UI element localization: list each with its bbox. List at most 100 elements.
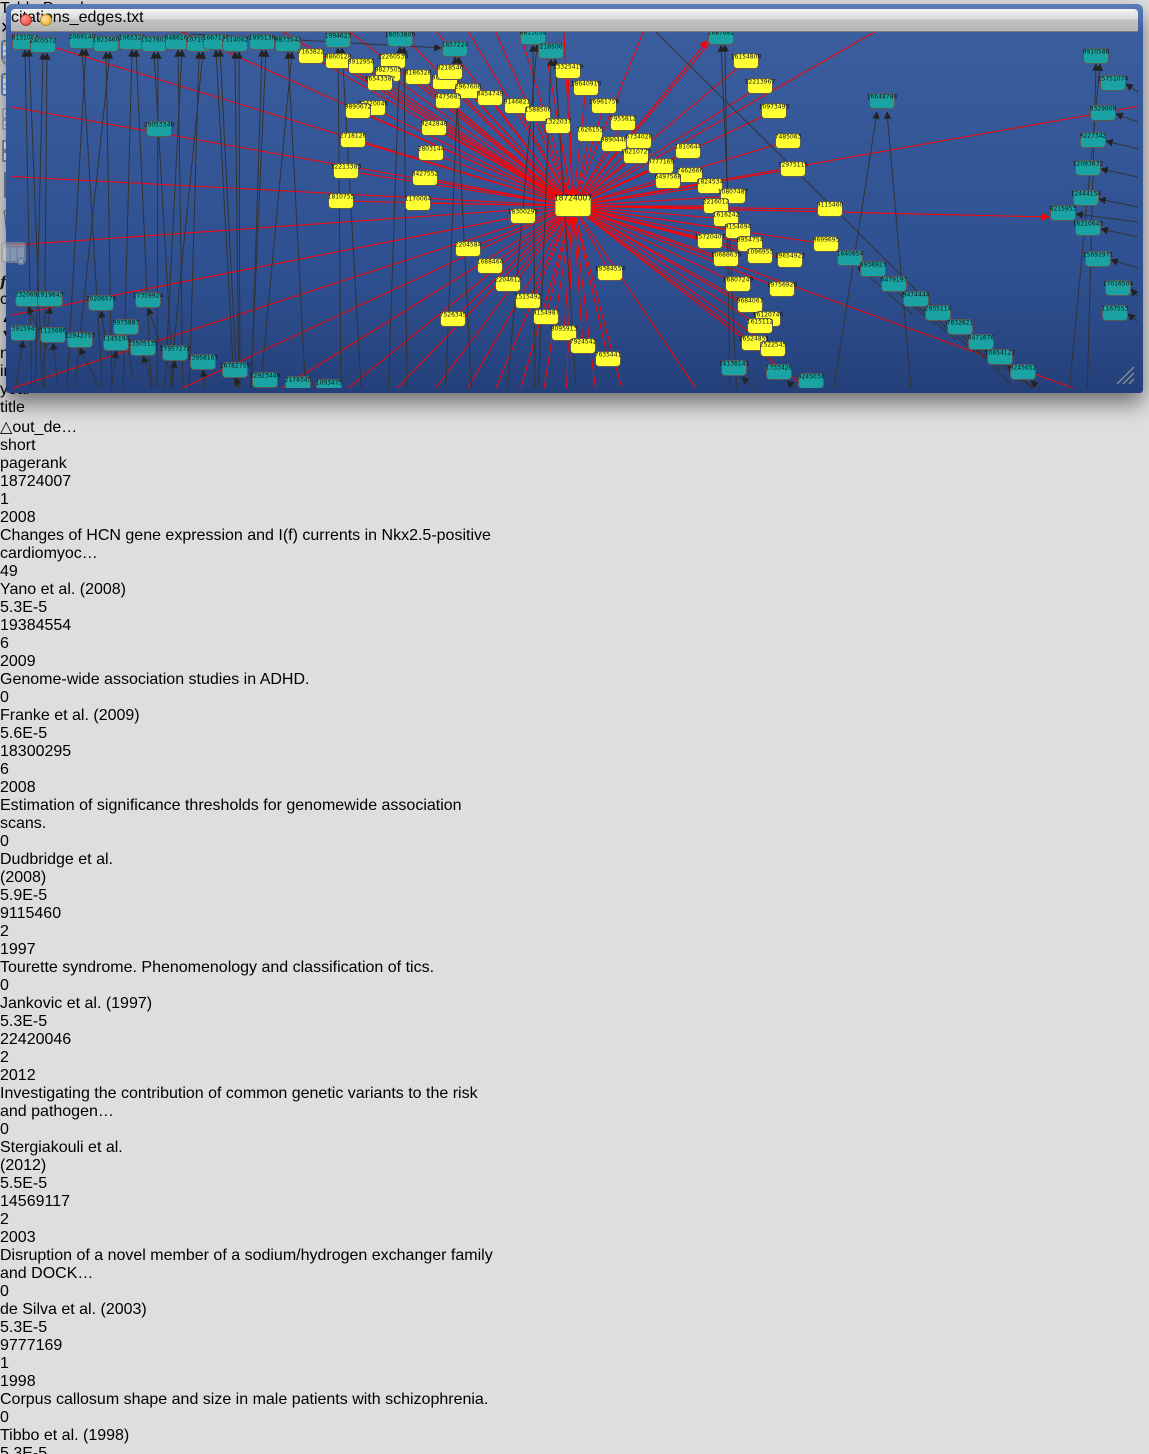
network-node[interactable]: 16543382: [365, 76, 396, 91]
network-node[interactable]: 1857224: [442, 42, 469, 57]
network-node[interactable]: 8186328: [405, 70, 432, 85]
zoom-window-icon[interactable]: [60, 14, 72, 26]
network-node[interactable]: 1322037: [545, 119, 572, 134]
network-node[interactable]: 9975887: [113, 320, 140, 335]
network-node[interactable]: 16053809: [385, 32, 416, 47]
network-node[interactable]: 18640910: [571, 81, 602, 96]
network-node[interactable]: 8471676: [968, 335, 995, 350]
network-node[interactable]: 15720407: [695, 234, 726, 249]
network-node[interactable]: 391594: [11, 326, 36, 341]
network-node[interactable]: 12213967: [745, 79, 776, 94]
network-node[interactable]: 1995136: [249, 35, 276, 50]
network-view[interactable]: 8131054240557220691401823460106532815278…: [11, 32, 1138, 393]
network-node[interactable]: 2718126: [340, 133, 367, 148]
network-node[interactable]: 8912954: [348, 59, 375, 74]
network-node[interactable]: 15751074: [1098, 76, 1129, 91]
network-node[interactable]: 7924542: [570, 339, 597, 354]
network-node[interactable]: 20206576: [86, 296, 117, 311]
network-node[interactable]: 1527802: [141, 37, 168, 52]
network-node[interactable]: 1823460: [93, 37, 120, 52]
network-node[interactable]: 17016504: [1103, 281, 1134, 296]
network-node[interactable]: 9242848: [421, 121, 448, 136]
network-node[interactable]: 1919843: [37, 292, 64, 307]
network-node[interactable]: 12975115: [778, 162, 809, 177]
network-node[interactable]: 13958167: [188, 355, 219, 370]
network-node[interactable]: 10973493: [759, 104, 790, 119]
network-node[interactable]: 7955812: [610, 116, 637, 131]
network-node[interactable]: 8938923: [860, 262, 887, 277]
network-node[interactable]: 2204612: [495, 277, 522, 292]
network-node[interactable]: 15692971: [1083, 252, 1114, 267]
network-node[interactable]: 9245652: [1010, 365, 1037, 380]
network-node[interactable]: 7163822: [298, 49, 325, 64]
network-node[interactable]: 6479197: [881, 277, 908, 292]
network-node[interactable]: 1994623: [325, 33, 352, 48]
network-node[interactable]: 9777169: [648, 159, 675, 174]
network-node[interactable]: 1810644: [675, 144, 702, 159]
network-node[interactable]: 1615112: [747, 319, 774, 334]
network-node[interactable]: 1096955: [747, 249, 774, 264]
network-node[interactable]: 16807249: [723, 277, 754, 292]
close-window-icon[interactable]: [20, 14, 32, 26]
network-node[interactable]: 19654923: [775, 253, 806, 268]
network-node[interactable]: 9329966: [1090, 106, 1117, 121]
network-node[interactable]: 13505135: [128, 341, 159, 356]
network-node[interactable]: 12923446: [250, 373, 281, 388]
network-node[interactable]: 12093832: [1073, 161, 1104, 176]
network-node[interactable]: 1170064: [405, 196, 432, 211]
network-node[interactable]: 8215953: [1050, 206, 1077, 221]
network-node[interactable]: 9115460: [817, 202, 844, 217]
network-node[interactable]: 12213383: [331, 164, 362, 179]
network-node[interactable]: 7514062: [222, 37, 249, 52]
network-node[interactable]: 9890672: [345, 104, 372, 119]
network-node[interactable]: 18724007: [554, 194, 592, 217]
network-node[interactable]: 1145194: [103, 336, 130, 351]
table-row[interactable]: 2242004622012Investigating the contribut…: [0, 1031, 1149, 1193]
network-node[interactable]: 8218546: [437, 65, 464, 80]
network-node[interactable]: 1626155: [577, 127, 604, 142]
column-header-title[interactable]: title: [0, 399, 497, 417]
network-node[interactable]: 20053346: [144, 122, 175, 137]
network-node[interactable]: 9699695: [813, 237, 840, 252]
network-node[interactable]: 2522545: [760, 342, 787, 357]
network-node[interactable]: 6734028: [626, 134, 653, 149]
network-node[interactable]: 1515492: [515, 294, 542, 309]
network-node[interactable]: 2803144: [418, 146, 445, 161]
network-node[interactable]: 16648784: [867, 94, 898, 109]
network-node[interactable]: 2687682: [708, 32, 735, 45]
resize-grip-icon[interactable]: [1117, 367, 1134, 384]
network-node[interactable]: 1688464: [477, 259, 504, 274]
table-row[interactable]: 977716911998Corpus callosum shape and si…: [0, 1337, 1149, 1454]
network-node[interactable]: 16210643: [1073, 221, 1104, 236]
table-row[interactable]: 911546021997Tourette syndrome. Phenomeno…: [0, 905, 1149, 1031]
column-header-out_de[interactable]: △out_de…: [0, 417, 73, 437]
network-node[interactable]: 2204584: [455, 242, 482, 257]
table-row[interactable]: 1456911722003Disruption of a novel membe…: [0, 1193, 1149, 1337]
network-node[interactable]: 17957272: [160, 346, 191, 361]
network-node[interactable]: 1167553: [1102, 306, 1129, 321]
network-node[interactable]: 9154987: [533, 310, 560, 325]
network-node[interactable]: 218506: [539, 44, 564, 59]
network-node[interactable]: 7635441: [595, 352, 622, 367]
network-node[interactable]: 2178345: [285, 377, 312, 389]
network-node[interactable]: 1733426: [766, 365, 793, 380]
network-node[interactable]: 10688639: [711, 252, 742, 267]
network-node[interactable]: 16154808: [731, 54, 762, 69]
network-node[interactable]: 1810755: [328, 194, 355, 209]
network-node[interactable]: 18300295: [508, 209, 539, 224]
network-node[interactable]: 13325419: [553, 64, 584, 79]
network-node[interactable]: 2935114: [925, 306, 952, 321]
network-node[interactable]: 14136141: [719, 361, 750, 376]
network-node[interactable]: 7485063: [775, 134, 802, 149]
column-header-pagerank[interactable]: pagerank: [0, 455, 129, 473]
network-node[interactable]: 2405572: [30, 38, 57, 53]
network-node[interactable]: 8427552: [412, 171, 439, 186]
network-node[interactable]: 2069140: [69, 34, 96, 49]
network-node[interactable]: 1115686: [40, 328, 67, 343]
network-node[interactable]: 16961758: [589, 99, 620, 114]
network-node[interactable]: 8454749: [477, 91, 504, 106]
network-node[interactable]: 12444154: [1071, 191, 1102, 206]
window-titlebar[interactable]: citations_edges.txt: [11, 9, 1138, 32]
network-node[interactable]: 19384554: [595, 266, 626, 281]
network-node[interactable]: 17359924: [133, 293, 164, 308]
